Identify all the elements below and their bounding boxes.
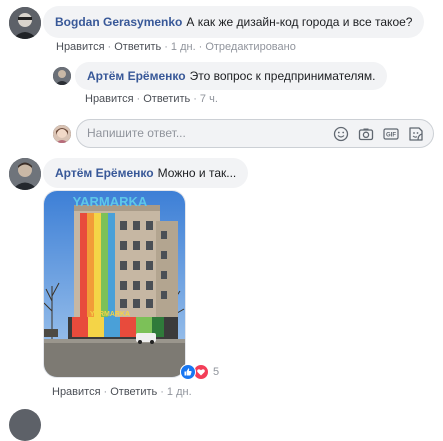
- photo-sign-top: YARMARKA: [73, 194, 148, 209]
- smiley-icon[interactable]: [333, 126, 349, 142]
- camera-icon[interactable]: [358, 126, 374, 142]
- reply-actions: Нравится · Ответить · 7 ч.: [85, 93, 218, 105]
- avatar-next-comment[interactable]: [9, 409, 41, 441]
- reactions-summary[interactable]: 5: [180, 364, 224, 380]
- reply-link[interactable]: Ответить: [143, 93, 190, 105]
- avatar-artem-image: [53, 67, 71, 85]
- avatar-artem-image: [9, 158, 41, 190]
- comment-actions: Нравится · Ответить · 1 дн.: [52, 386, 192, 398]
- comment-photo[interactable]: YARMARKA YARMARKA: [43, 190, 186, 378]
- avatar-artem[interactable]: [9, 158, 41, 190]
- reply-link[interactable]: Ответить: [114, 41, 161, 53]
- avatar-bogdan[interactable]: [9, 7, 41, 39]
- comment-author[interactable]: Bogdan Gerasymenko: [55, 15, 182, 29]
- comment-bubble-bogdan: Bogdan Gerasymenko А как же дизайн-код г…: [43, 6, 425, 38]
- like-link[interactable]: Нравится: [56, 41, 105, 53]
- reply-author[interactable]: Артём Ерёменко: [87, 69, 186, 83]
- avatar-current-user-image: [53, 125, 71, 143]
- comment-author[interactable]: Артём Ерёменко: [55, 166, 154, 180]
- reply-link[interactable]: Ответить: [110, 386, 157, 398]
- gif-icon[interactable]: GIF: [383, 126, 399, 142]
- avatar-bogdan-image: [9, 7, 41, 39]
- sticker-icon[interactable]: [408, 126, 424, 142]
- reply-input[interactable]: [87, 126, 307, 140]
- comment-text: А как же дизайн-код города и все такое?: [186, 15, 413, 29]
- edited-label: Отредактировано: [205, 41, 296, 53]
- comment-actions: Нравится · Ответить · 1 дн. · Отредактировано: [56, 41, 296, 53]
- building-photo: YARMARKA YARMARKA: [44, 191, 185, 377]
- svg-text:GIF: GIF: [386, 133, 396, 139]
- comment-bubble-artem: Артём Ерёменко Можно и так...: [43, 158, 249, 188]
- like-link[interactable]: Нравится: [52, 386, 101, 398]
- avatar-current-user: [53, 125, 71, 143]
- like-icon: [180, 364, 196, 380]
- reply-box[interactable]: GIF: [76, 119, 434, 148]
- like-link[interactable]: Нравится: [85, 93, 134, 105]
- comment-text: Можно и так...: [157, 166, 237, 180]
- timestamp[interactable]: 7 ч.: [200, 93, 218, 105]
- reply-text: Это вопрос к предпринимателям.: [189, 69, 376, 83]
- reply-bubble-artem: Артём Ерёменко Это вопрос к предпринимат…: [75, 62, 388, 90]
- avatar-artem[interactable]: [53, 67, 71, 85]
- timestamp[interactable]: 1 дн.: [171, 41, 196, 53]
- timestamp[interactable]: 1 дн.: [167, 386, 192, 398]
- photo-sign-bottom: YARMARKA: [90, 311, 130, 318]
- reactions-count: 5: [213, 366, 220, 378]
